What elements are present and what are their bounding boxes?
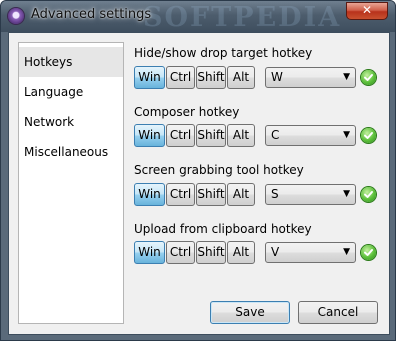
title-bar[interactable]: SOFTPEDIA Advanced settings ✕ (1, 1, 395, 33)
sidebar-item-language[interactable]: Language (19, 77, 123, 107)
shift-modifier-toggle[interactable]: Shift (196, 241, 226, 264)
advanced-settings-window: SOFTPEDIA Advanced settings ✕ Hotkeys La… (0, 0, 396, 341)
key-select-value: W (271, 70, 283, 84)
shift-modifier-toggle[interactable]: Shift (196, 66, 226, 89)
ctrl-modifier-toggle[interactable]: Ctrl (166, 66, 195, 89)
ctrl-modifier-toggle[interactable]: Ctrl (166, 124, 195, 147)
chevron-down-icon: ▼ (343, 130, 350, 140)
chevron-down-icon: ▼ (343, 72, 350, 82)
win-modifier-toggle[interactable]: Win (134, 241, 165, 264)
check-icon (361, 245, 376, 260)
alt-modifier-toggle[interactable]: Alt (227, 124, 255, 147)
key-select-value: S (271, 187, 279, 201)
check-icon (361, 128, 376, 143)
key-select[interactable]: V ▼ (265, 242, 356, 263)
key-select[interactable]: S ▼ (265, 184, 356, 205)
alt-modifier-toggle[interactable]: Alt (227, 241, 255, 264)
key-select-value: V (271, 245, 280, 259)
hotkey-label-composer: Composer hotkey (134, 105, 240, 119)
check-icon (361, 187, 376, 202)
key-select[interactable]: W ▼ (265, 67, 356, 88)
key-select[interactable]: C ▼ (265, 125, 356, 146)
sidebar-item-network[interactable]: Network (19, 107, 123, 137)
ctrl-modifier-toggle[interactable]: Ctrl (166, 241, 195, 264)
close-icon[interactable]: ✕ (346, 2, 388, 20)
shift-modifier-toggle[interactable]: Shift (196, 183, 226, 206)
cancel-button[interactable]: Cancel (298, 301, 378, 324)
settings-category-list: Hotkeys Language Network Miscellaneous (18, 42, 124, 324)
window-title: Advanced settings (31, 7, 152, 22)
chevron-down-icon: ▼ (343, 247, 350, 257)
save-button[interactable]: Save (210, 301, 290, 324)
check-icon (361, 70, 376, 85)
watermark-text: SOFTPEDIA (143, 2, 342, 33)
chevron-down-icon: ▼ (343, 189, 350, 199)
hotkey-label-clipboard-upload: Upload from clipboard hotkey (134, 222, 312, 236)
sidebar-item-hotkeys[interactable]: Hotkeys (19, 47, 123, 77)
win-modifier-toggle[interactable]: Win (134, 66, 165, 89)
alt-modifier-toggle[interactable]: Alt (227, 183, 255, 206)
app-icon[interactable] (8, 8, 24, 24)
shift-modifier-toggle[interactable]: Shift (196, 124, 226, 147)
win-modifier-toggle[interactable]: Win (134, 124, 165, 147)
alt-modifier-toggle[interactable]: Alt (227, 66, 255, 89)
key-select-value: C (271, 128, 280, 142)
hotkey-label-screen-grab: Screen grabbing tool hotkey (134, 163, 304, 177)
dialog-client-area: Hotkeys Language Network Miscellaneous H… (8, 32, 390, 335)
hotkey-label-drop-target: Hide/show drop target hotkey (134, 46, 313, 60)
sidebar-item-miscellaneous[interactable]: Miscellaneous (19, 137, 123, 167)
win-modifier-toggle[interactable]: Win (134, 183, 165, 206)
ctrl-modifier-toggle[interactable]: Ctrl (166, 183, 195, 206)
